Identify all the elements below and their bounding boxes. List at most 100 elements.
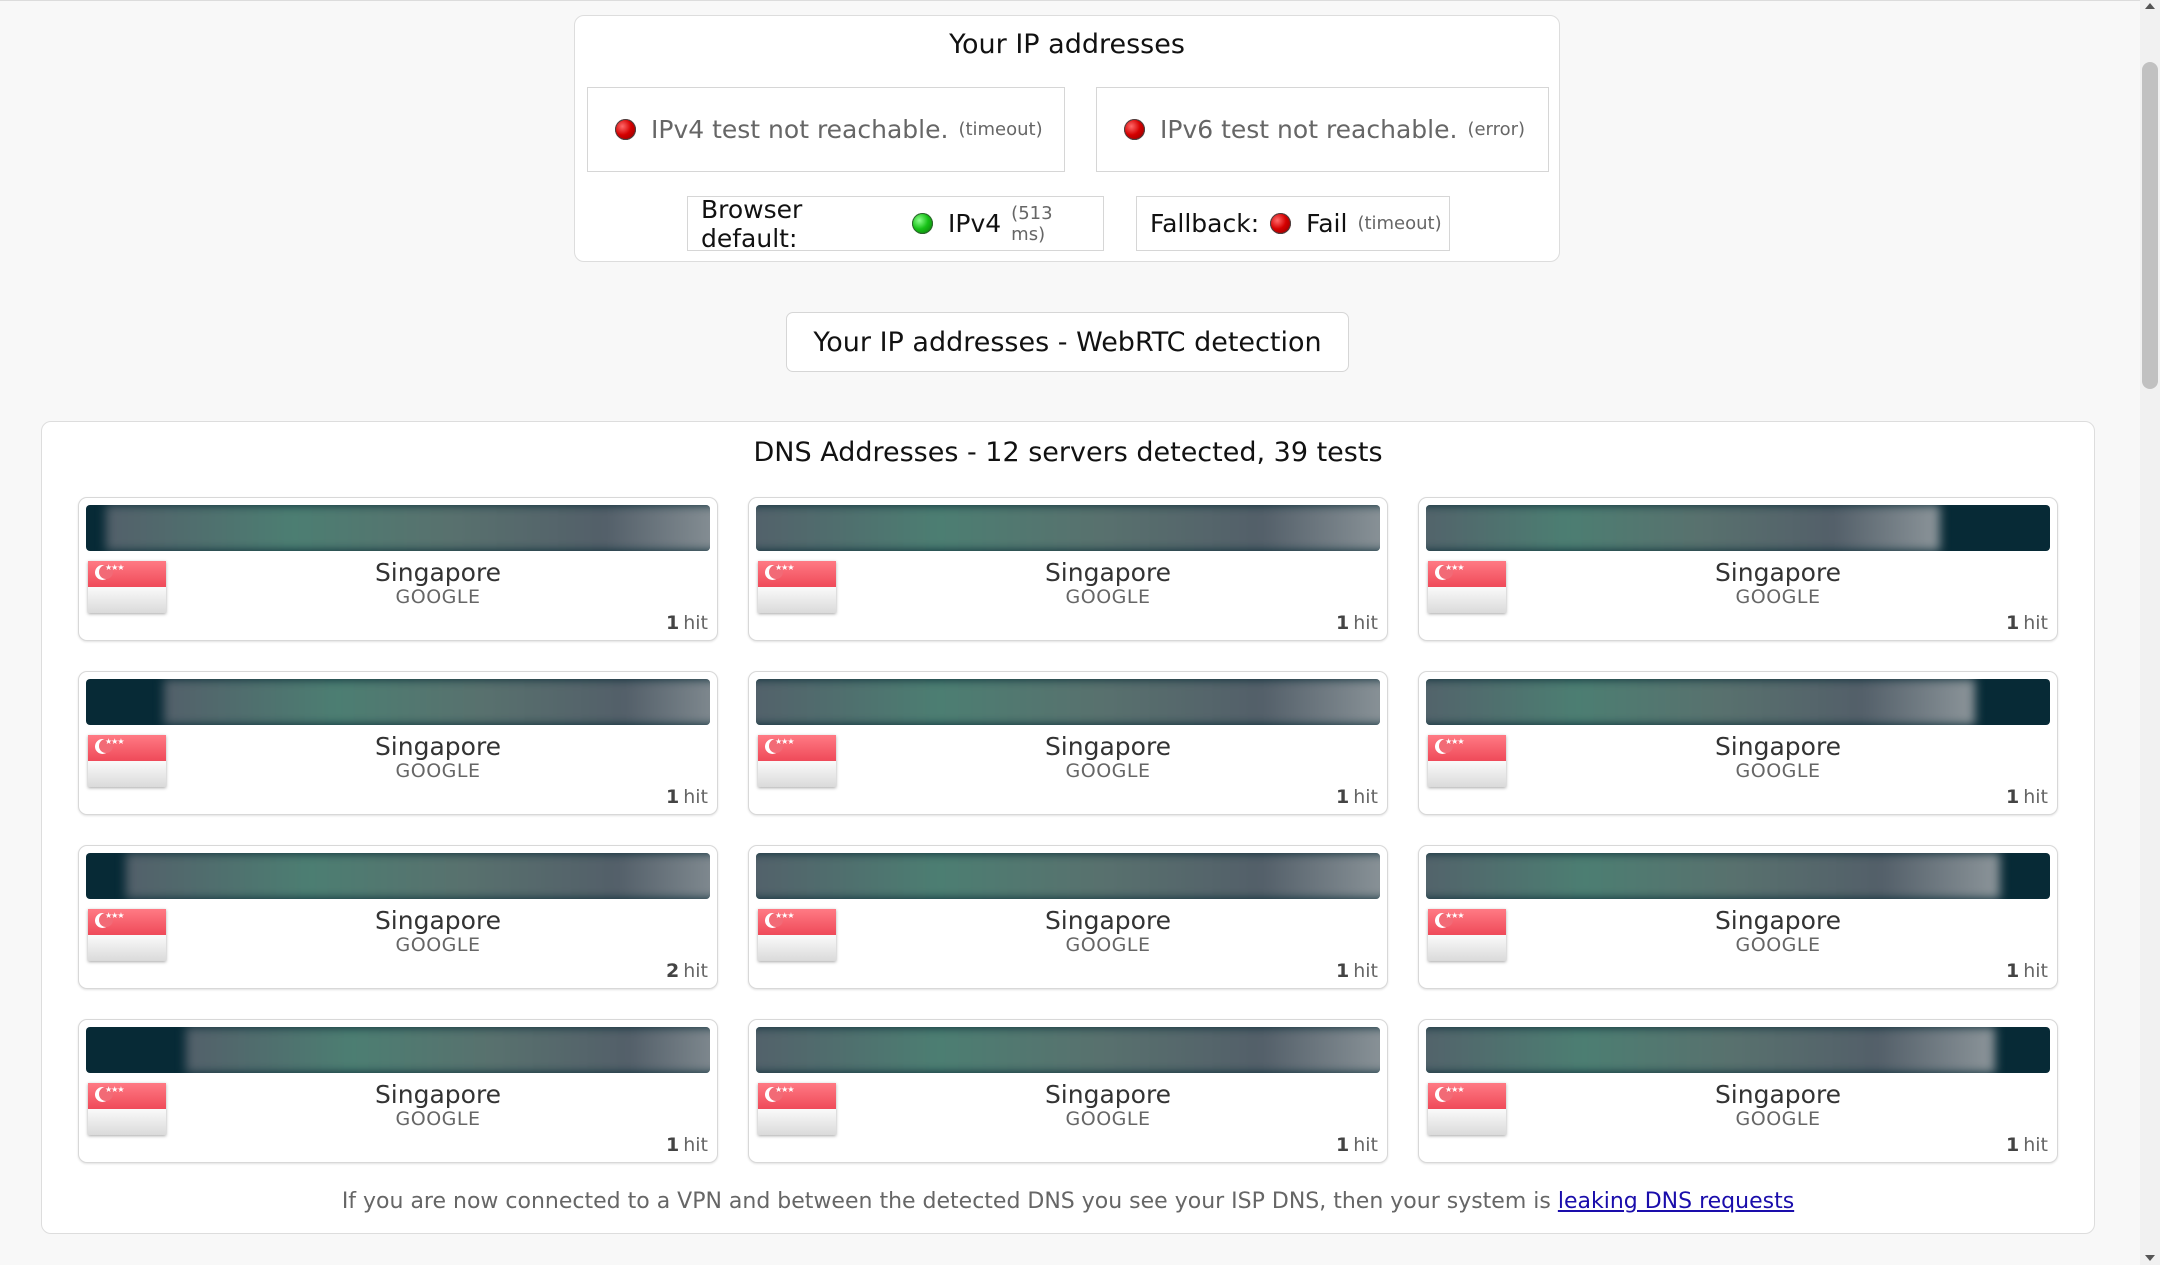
dns-country: Singapore [1714, 732, 1842, 761]
browser-default-value: IPv4 [948, 209, 1002, 238]
dns-hit-count: 2 hit [665, 960, 708, 982]
dns-isp: GOOGLE [1065, 760, 1151, 782]
dns-country: Singapore [374, 732, 502, 761]
fallback-label: Fallback: [1150, 209, 1260, 238]
dns-isp: GOOGLE [395, 760, 481, 782]
browser-default-dot-icon [912, 213, 934, 234]
ip-addresses-panel: Your IP addresses IPv4 test not reachabl… [574, 15, 1560, 262]
dns-addresses-panel: DNS Addresses - 12 servers detected, 39 … [41, 421, 2095, 1234]
dns-ip-redacted [86, 505, 710, 551]
singapore-flag-icon: ★★★ [758, 1083, 836, 1135]
dns-hit-count: 1 hit [2005, 786, 2048, 808]
ipv4-status-detail: (timeout) [958, 119, 1043, 140]
webrtc-detection-button[interactable]: Your IP addresses - WebRTC detection [786, 312, 1349, 372]
fallback-value: Fail [1306, 209, 1348, 238]
dns-isp: GOOGLE [395, 586, 481, 608]
dns-country: Singapore [374, 558, 502, 587]
singapore-flag-icon: ★★★ [1428, 735, 1506, 787]
dns-hit-count: 1 hit [1335, 786, 1378, 808]
dns-country: Singapore [1044, 732, 1172, 761]
dns-server-card: ★★★ Singapore GOOGLE 1 hit [78, 497, 718, 641]
dns-panel-title: DNS Addresses - 12 servers detected, 39 … [753, 437, 1383, 468]
dns-ip-redacted [756, 853, 1380, 899]
dns-server-card: ★★★ Singapore GOOGLE 1 hit [1418, 497, 2058, 641]
dns-hit-count: 1 hit [2005, 612, 2048, 634]
singapore-flag-icon: ★★★ [758, 561, 836, 613]
dns-isp: GOOGLE [1065, 586, 1151, 608]
singapore-flag-icon: ★★★ [1428, 909, 1506, 961]
dns-country: Singapore [1044, 558, 1172, 587]
fallback-dot-icon [1270, 213, 1292, 234]
ipv4-status-text: IPv4 test not reachable. [651, 115, 949, 144]
ipv6-status-dot-icon [1124, 119, 1145, 140]
dns-leak-note-text: If you are now connected to a VPN and be… [341, 1189, 1551, 1214]
fallback-box: Fallback: Fail (timeout) [1136, 196, 1450, 251]
dns-ip-redacted [756, 1027, 1380, 1073]
singapore-flag-icon: ★★★ [88, 909, 166, 961]
dns-ip-redacted [756, 505, 1380, 551]
dns-server-card: ★★★ Singapore GOOGLE 1 hit [1418, 845, 2058, 989]
dns-isp: GOOGLE [1735, 586, 1821, 608]
browser-default-label: Browser default: [701, 194, 803, 253]
dns-isp: GOOGLE [1065, 1108, 1151, 1130]
dns-ip-redacted [1426, 505, 2050, 551]
singapore-flag-icon: ★★★ [88, 561, 166, 613]
dns-hit-count: 1 hit [2005, 1134, 2048, 1156]
dns-leak-note: If you are now connected to a VPN and be… [42, 1189, 2094, 1214]
dns-country: Singapore [1714, 558, 1842, 587]
dns-hit-count: 1 hit [1335, 612, 1378, 634]
ipv6-status-detail: (error) [1467, 119, 1526, 140]
dns-hit-count: 1 hit [2005, 960, 2048, 982]
scroll-up-arrow-icon[interactable] [2145, 3, 2155, 9]
dns-ip-redacted [1426, 679, 2050, 725]
dns-country: Singapore [1714, 906, 1842, 935]
dns-country: Singapore [1044, 1080, 1172, 1109]
ipv6-status-box: IPv6 test not reachable. (error) [1096, 87, 1549, 172]
browser-default-detail: (513 ms) [1011, 202, 1053, 245]
dns-server-card: ★★★ Singapore GOOGLE 2 hit [78, 845, 718, 989]
dns-hit-count: 1 hit [665, 1134, 708, 1156]
dns-country: Singapore [374, 906, 502, 935]
dns-ip-redacted [756, 679, 1380, 725]
singapore-flag-icon: ★★★ [88, 735, 166, 787]
ipv4-status-box: IPv4 test not reachable. (timeout) [587, 87, 1065, 172]
singapore-flag-icon: ★★★ [758, 735, 836, 787]
dns-server-card: ★★★ Singapore GOOGLE 1 hit [78, 671, 718, 815]
scrollbar-thumb[interactable] [2142, 62, 2158, 389]
dns-country: Singapore [374, 1080, 502, 1109]
singapore-flag-icon: ★★★ [1428, 561, 1506, 613]
dns-ip-redacted [86, 853, 710, 899]
dns-ip-redacted [1426, 1027, 2050, 1073]
dns-isp: GOOGLE [1735, 934, 1821, 956]
dns-server-card: ★★★ Singapore GOOGLE 1 hit [1418, 1019, 2058, 1163]
dns-hit-count: 1 hit [1335, 1134, 1378, 1156]
dns-hit-count: 1 hit [665, 612, 708, 634]
dns-server-card: ★★★ Singapore GOOGLE 1 hit [748, 845, 1388, 989]
singapore-flag-icon: ★★★ [758, 909, 836, 961]
dns-ip-redacted [86, 679, 710, 725]
dns-isp: GOOGLE [1735, 1108, 1821, 1130]
dns-isp: GOOGLE [1735, 760, 1821, 782]
dns-ip-redacted [1426, 853, 2050, 899]
dns-isp: GOOGLE [1065, 934, 1151, 956]
top-border [0, 0, 2140, 1]
singapore-flag-icon: ★★★ [88, 1083, 166, 1135]
browser-default-box: Browser default: IPv4 (513 ms) [687, 194, 1104, 253]
vertical-scrollbar[interactable] [2140, 0, 2160, 1265]
dns-server-card: ★★★ Singapore GOOGLE 1 hit [748, 497, 1388, 641]
dns-server-card: ★★★ Singapore GOOGLE 1 hit [1418, 671, 2058, 815]
ip-panel-title: Your IP addresses [949, 29, 1185, 60]
ipv6-status-text: IPv6 test not reachable. [1160, 115, 1458, 144]
dns-isp: GOOGLE [395, 934, 481, 956]
dns-server-card: ★★★ Singapore GOOGLE 1 hit [748, 671, 1388, 815]
leaking-dns-requests-link[interactable]: leaking DNS requests [1558, 1189, 1794, 1214]
dns-hit-count: 1 hit [665, 786, 708, 808]
fallback-detail: (timeout) [1357, 213, 1442, 234]
dns-isp: GOOGLE [395, 1108, 481, 1130]
dns-server-card: ★★★ Singapore GOOGLE 1 hit [78, 1019, 718, 1163]
scroll-down-arrow-icon[interactable] [2145, 1255, 2155, 1261]
dns-country: Singapore [1714, 1080, 1842, 1109]
ipv4-status-dot-icon [615, 119, 636, 140]
dns-country: Singapore [1044, 906, 1172, 935]
dns-hit-count: 1 hit [1335, 960, 1378, 982]
